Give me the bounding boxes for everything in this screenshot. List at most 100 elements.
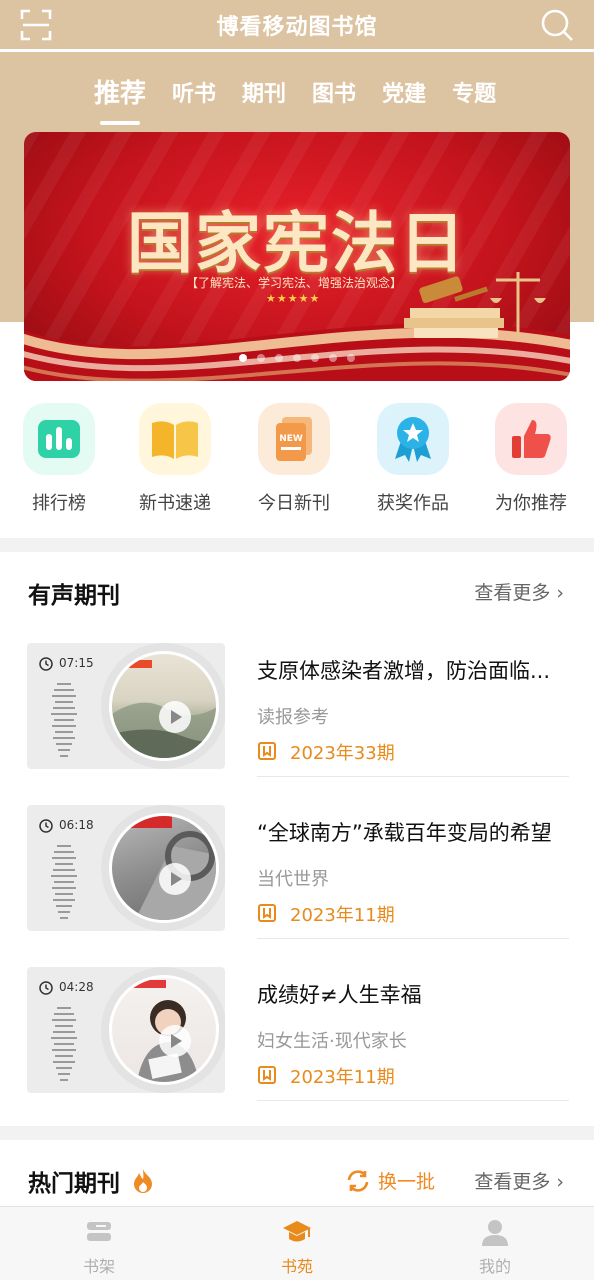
nav-library[interactable]: 书苑 (198, 1207, 396, 1280)
pagination-dot[interactable] (293, 354, 301, 362)
hot-periodicals-title: 热门期刊 (28, 1164, 154, 1198)
shortcut-recommend-for-you[interactable]: 为你推荐 (476, 403, 586, 515)
swap-batch-button[interactable]: 换一批 (346, 1167, 435, 1194)
item-source: 妇女生活·现代家长 (257, 1031, 407, 1052)
app-title: 博看移动图书馆 (216, 15, 378, 40)
item-title: 成绩好≠人生幸福 (257, 983, 422, 1007)
audio-thumbnail[interactable]: 07:15 (27, 643, 225, 769)
nav-bookshelf[interactable]: 书架 (0, 1207, 198, 1280)
clock-icon (39, 981, 53, 995)
item-divider (257, 1100, 569, 1101)
tab-topics[interactable]: 专题 (452, 76, 496, 118)
svg-text:NEW: NEW (279, 434, 303, 444)
banner-title: 国家宪法日 (127, 205, 467, 282)
pagination-dot[interactable] (275, 354, 283, 362)
tab-recommend[interactable]: 推荐 (94, 73, 146, 118)
nav-label: 书苑 (280, 1257, 313, 1276)
shortcut-label: 今日新刊 (258, 493, 330, 514)
view-more-label: 查看更多 (474, 582, 551, 604)
view-more-label: 查看更多 (474, 1171, 551, 1193)
record-disc (101, 967, 225, 1093)
tab-books[interactable]: 图书 (312, 76, 356, 118)
thumbs-up-icon (495, 403, 567, 475)
banner-pagination (24, 354, 570, 362)
nav-label: 书架 (82, 1257, 115, 1276)
audio-periodical-item[interactable]: 07:15 支原体感染者激增，防治面临... 读报参考 2023年33期 (0, 643, 594, 783)
tab-audiobooks[interactable]: 听书 (172, 76, 216, 118)
tab-periodicals[interactable]: 期刊 (242, 76, 286, 118)
sound-wave-icon (51, 845, 77, 919)
pagination-dot[interactable] (347, 354, 355, 362)
pagination-dot[interactable] (311, 354, 319, 362)
banner-subtitle: 【了解宪法、学习宪法、增强法治观念】 (186, 276, 403, 290)
cover-image (109, 813, 219, 923)
play-icon[interactable] (159, 701, 191, 733)
shortcut-new-books[interactable]: 新书速递 (120, 403, 230, 515)
shortcut-new-today[interactable]: NEW 今日新刊 (239, 403, 349, 515)
audio-periodical-item[interactable]: 06:18 “全球南方”承载百年变局的希望 当代世界 2023年11期 (0, 805, 594, 945)
flame-icon (134, 1169, 153, 1193)
audio-duration: 04:28 (59, 980, 94, 994)
cover-image (109, 975, 219, 1085)
shortcut-award[interactable]: 获奖作品 (358, 403, 468, 515)
swap-label: 换一批 (378, 1171, 436, 1193)
nav-mine[interactable]: 我的 (396, 1207, 594, 1280)
hot-periodicals-label: 热门期刊 (28, 1171, 120, 1197)
open-book-icon (139, 403, 211, 475)
item-divider (257, 776, 569, 777)
tab-party-building[interactable]: 党建 (382, 76, 426, 118)
bookshelf-icon (87, 1222, 111, 1241)
shortcut-ranking[interactable]: 排行榜 (4, 403, 114, 515)
section-divider (0, 538, 594, 552)
ranking-icon (23, 403, 95, 475)
audio-view-more-link[interactable]: 查看更多 › (474, 578, 564, 605)
chevron-right-icon: › (550, 1171, 564, 1193)
shortcut-grid: 排行榜 新书速递 NEW 今日新刊 获奖作品 为你推荐 (0, 403, 594, 523)
bottom-navigation: 书架 书苑 我的 (0, 1206, 594, 1280)
item-title: “全球南方”承载百年变局的希望 (257, 821, 552, 845)
nav-label: 我的 (478, 1257, 511, 1276)
audio-duration: 07:15 (59, 656, 94, 670)
clock-icon (39, 819, 53, 833)
shortcut-label: 新书速递 (139, 493, 211, 514)
audio-periodical-item[interactable]: 04:28 成绩好≠人生幸福 妇女生活·现代家长 2023年11期 (0, 967, 594, 1107)
hot-view-more-link[interactable]: 查看更多 › (474, 1167, 564, 1194)
promo-banner[interactable]: 国家宪法日 【了解宪法、学习宪法、增强法治观念】 ★★★★★ (24, 132, 570, 381)
shortcut-label: 为你推荐 (495, 493, 567, 514)
item-title: 支原体感染者激增，防治面临... (257, 659, 551, 683)
item-issue: 2023年11期 (290, 905, 395, 926)
record-disc (101, 805, 225, 931)
play-icon[interactable] (159, 1025, 191, 1057)
item-issue: 2023年33期 (290, 743, 395, 764)
sound-wave-icon (51, 683, 77, 757)
pagination-dot[interactable] (329, 354, 337, 362)
chevron-right-icon: › (550, 582, 564, 604)
search-icon[interactable] (540, 8, 574, 42)
item-issue: 2023年11期 (290, 1067, 395, 1088)
banner-stars: ★★★★★ (266, 292, 321, 305)
shortcut-label: 获奖作品 (377, 493, 449, 514)
audio-thumbnail[interactable]: 04:28 (27, 967, 225, 1093)
section-divider (0, 1126, 594, 1140)
book-icon (258, 1066, 276, 1084)
user-icon (482, 1220, 508, 1246)
pagination-dot[interactable] (257, 354, 265, 362)
shortcut-label: 排行榜 (32, 493, 86, 514)
item-divider (257, 938, 569, 939)
cover-image (109, 651, 219, 761)
audio-thumbnail[interactable]: 06:18 (27, 805, 225, 931)
scan-icon[interactable] (20, 9, 52, 41)
record-disc (101, 643, 225, 769)
title-bar: 博看移动图书馆 (0, 0, 594, 50)
new-magazine-icon: NEW (258, 403, 330, 475)
clock-icon (39, 657, 53, 671)
sound-wave-icon (51, 1007, 77, 1081)
header-divider (0, 49, 594, 52)
book-icon (258, 742, 276, 760)
audio-duration: 06:18 (59, 818, 94, 832)
play-icon[interactable] (159, 863, 191, 895)
award-icon (377, 403, 449, 475)
item-source: 读报参考 (257, 707, 329, 728)
pagination-dot[interactable] (239, 354, 247, 362)
category-tabs: 推荐 听书 期刊 图书 党建 专题 (94, 76, 496, 118)
